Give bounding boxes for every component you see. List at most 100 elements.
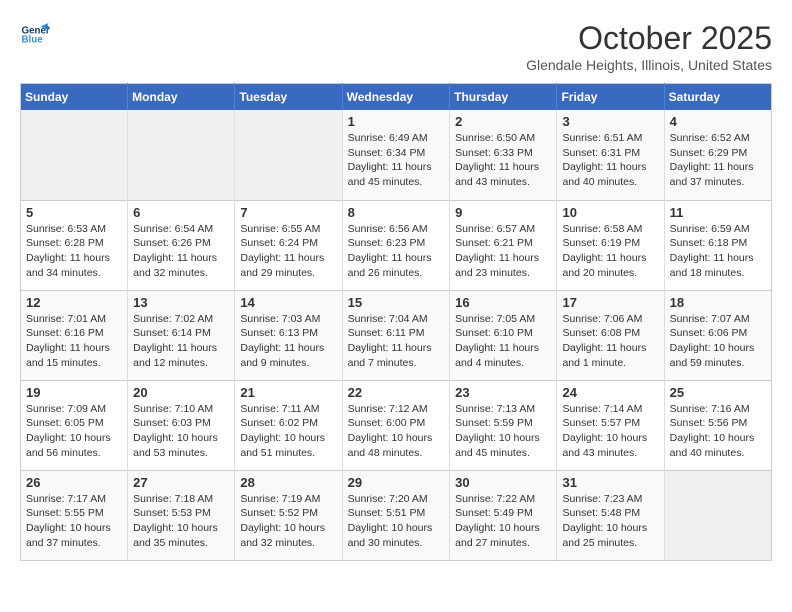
logo: General Blue xyxy=(20,20,50,50)
day-number: 3 xyxy=(562,114,658,129)
day-header-wednesday: Wednesday xyxy=(342,84,450,111)
day-info: Sunrise: 7:14 AM Sunset: 5:57 PM Dayligh… xyxy=(562,402,658,461)
day-info: Sunrise: 6:58 AM Sunset: 6:19 PM Dayligh… xyxy=(562,222,658,281)
day-info: Sunrise: 7:04 AM Sunset: 6:11 PM Dayligh… xyxy=(348,312,445,371)
day-number: 25 xyxy=(670,385,766,400)
day-info: Sunrise: 7:06 AM Sunset: 6:08 PM Dayligh… xyxy=(562,312,658,371)
day-info: Sunrise: 6:50 AM Sunset: 6:33 PM Dayligh… xyxy=(455,131,551,190)
calendar-cell: 7 Sunrise: 6:55 AM Sunset: 6:24 PM Daylig… xyxy=(235,200,342,290)
calendar-cell: 3 Sunrise: 6:51 AM Sunset: 6:31 PM Daylig… xyxy=(557,110,664,200)
calendar-cell: 31 Sunrise: 7:23 AM Sunset: 5:48 PM Dayli… xyxy=(557,470,664,560)
day-number: 5 xyxy=(26,205,122,220)
day-info: Sunrise: 7:23 AM Sunset: 5:48 PM Dayligh… xyxy=(562,492,658,551)
day-number: 14 xyxy=(240,295,336,310)
day-info: Sunrise: 6:51 AM Sunset: 6:31 PM Dayligh… xyxy=(562,131,658,190)
day-info: Sunrise: 6:52 AM Sunset: 6:29 PM Dayligh… xyxy=(670,131,766,190)
day-info: Sunrise: 7:03 AM Sunset: 6:13 PM Dayligh… xyxy=(240,312,336,371)
calendar-table: SundayMondayTuesdayWednesdayThursdayFrid… xyxy=(20,83,772,561)
day-info: Sunrise: 7:10 AM Sunset: 6:03 PM Dayligh… xyxy=(133,402,229,461)
day-headers-row: SundayMondayTuesdayWednesdayThursdayFrid… xyxy=(21,84,772,111)
day-info: Sunrise: 6:57 AM Sunset: 6:21 PM Dayligh… xyxy=(455,222,551,281)
day-number: 7 xyxy=(240,205,336,220)
location-subtitle: Glendale Heights, Illinois, United State… xyxy=(526,57,772,73)
day-number: 30 xyxy=(455,475,551,490)
calendar-cell: 21Sunrise: 7:11 AM Sunset: 6:02 PM Dayli… xyxy=(235,380,342,470)
calendar-cell: 4Sunrise: 6:52 AM Sunset: 6:29 PM Daylig… xyxy=(664,110,771,200)
day-number: 23 xyxy=(455,385,551,400)
day-info: Sunrise: 7:16 AM Sunset: 5:56 PM Dayligh… xyxy=(670,402,766,461)
calendar-cell: 12 Sunrise: 7:01 AM Sunset: 6:16 PM Dayli… xyxy=(21,290,128,380)
calendar-week-1: 1 Sunrise: 6:49 AM Sunset: 6:34 PM Daylig… xyxy=(21,110,772,200)
day-header-monday: Monday xyxy=(128,84,235,111)
day-header-sunday: Sunday xyxy=(21,84,128,111)
title-block: October 2025 Glendale Heights, Illinois,… xyxy=(526,20,772,73)
day-number: 18 xyxy=(670,295,766,310)
logo-icon: General Blue xyxy=(20,20,50,50)
day-number: 21 xyxy=(240,385,336,400)
day-info: Sunrise: 7:01 AM Sunset: 6:16 PM Dayligh… xyxy=(26,312,122,371)
calendar-week-4: 19 Sunrise: 7:09 AM Sunset: 6:05 PM Dayli… xyxy=(21,380,772,470)
day-info: Sunrise: 7:05 AM Sunset: 6:10 PM Dayligh… xyxy=(455,312,551,371)
day-info: Sunrise: 7:22 AM Sunset: 5:49 PM Dayligh… xyxy=(455,492,551,551)
day-info: Sunrise: 6:56 AM Sunset: 6:23 PM Dayligh… xyxy=(348,222,445,281)
day-info: Sunrise: 7:20 AM Sunset: 5:51 PM Dayligh… xyxy=(348,492,445,551)
day-header-tuesday: Tuesday xyxy=(235,84,342,111)
calendar-cell: 23 Sunrise: 7:13 AM Sunset: 5:59 PM Dayli… xyxy=(450,380,557,470)
day-number: 27 xyxy=(133,475,229,490)
day-info: Sunrise: 7:18 AM Sunset: 5:53 PM Dayligh… xyxy=(133,492,229,551)
day-info: Sunrise: 6:55 AM Sunset: 6:24 PM Dayligh… xyxy=(240,222,336,281)
calendar-cell: 1 Sunrise: 6:49 AM Sunset: 6:34 PM Daylig… xyxy=(342,110,450,200)
day-number: 26 xyxy=(26,475,122,490)
day-info: Sunrise: 6:59 AM Sunset: 6:18 PM Dayligh… xyxy=(670,222,766,281)
day-info: Sunrise: 7:19 AM Sunset: 5:52 PM Dayligh… xyxy=(240,492,336,551)
day-number: 1 xyxy=(348,114,445,129)
calendar-cell: 16 Sunrise: 7:05 AM Sunset: 6:10 PM Dayli… xyxy=(450,290,557,380)
day-number: 10 xyxy=(562,205,658,220)
calendar-cell: 2 Sunrise: 6:50 AM Sunset: 6:33 PM Daylig… xyxy=(450,110,557,200)
day-info: Sunrise: 7:09 AM Sunset: 6:05 PM Dayligh… xyxy=(26,402,122,461)
calendar-cell xyxy=(664,470,771,560)
calendar-cell: 30 Sunrise: 7:22 AM Sunset: 5:49 PM Dayli… xyxy=(450,470,557,560)
day-info: Sunrise: 6:54 AM Sunset: 6:26 PM Dayligh… xyxy=(133,222,229,281)
month-title: October 2025 xyxy=(526,20,772,57)
day-info: Sunrise: 7:17 AM Sunset: 5:55 PM Dayligh… xyxy=(26,492,122,551)
calendar-cell: 13 Sunrise: 7:02 AM Sunset: 6:14 PM Dayli… xyxy=(128,290,235,380)
day-number: 24 xyxy=(562,385,658,400)
day-info: Sunrise: 6:49 AM Sunset: 6:34 PM Dayligh… xyxy=(348,131,445,190)
day-number: 2 xyxy=(455,114,551,129)
day-number: 13 xyxy=(133,295,229,310)
day-number: 28 xyxy=(240,475,336,490)
calendar-cell: 14 Sunrise: 7:03 AM Sunset: 6:13 PM Dayli… xyxy=(235,290,342,380)
day-info: Sunrise: 7:02 AM Sunset: 6:14 PM Dayligh… xyxy=(133,312,229,371)
day-header-friday: Friday xyxy=(557,84,664,111)
day-info: Sunrise: 6:53 AM Sunset: 6:28 PM Dayligh… xyxy=(26,222,122,281)
day-number: 12 xyxy=(26,295,122,310)
day-number: 16 xyxy=(455,295,551,310)
calendar-cell xyxy=(21,110,128,200)
calendar-cell: 15 Sunrise: 7:04 AM Sunset: 6:11 PM Dayli… xyxy=(342,290,450,380)
day-number: 31 xyxy=(562,475,658,490)
calendar-cell: 22Sunrise: 7:12 AM Sunset: 6:00 PM Dayli… xyxy=(342,380,450,470)
calendar-cell: 28 Sunrise: 7:19 AM Sunset: 5:52 PM Dayli… xyxy=(235,470,342,560)
calendar-cell: 19 Sunrise: 7:09 AM Sunset: 6:05 PM Dayli… xyxy=(21,380,128,470)
calendar-cell: 10 Sunrise: 6:58 AM Sunset: 6:19 PM Dayli… xyxy=(557,200,664,290)
calendar-week-2: 5 Sunrise: 6:53 AM Sunset: 6:28 PM Daylig… xyxy=(21,200,772,290)
calendar-cell: 20 Sunrise: 7:10 AM Sunset: 6:03 PM Dayli… xyxy=(128,380,235,470)
day-number: 17 xyxy=(562,295,658,310)
day-header-saturday: Saturday xyxy=(664,84,771,111)
calendar-cell: 24 Sunrise: 7:14 AM Sunset: 5:57 PM Dayli… xyxy=(557,380,664,470)
calendar-cell: 27 Sunrise: 7:18 AM Sunset: 5:53 PM Dayli… xyxy=(128,470,235,560)
day-number: 20 xyxy=(133,385,229,400)
calendar-body: 1 Sunrise: 6:49 AM Sunset: 6:34 PM Daylig… xyxy=(21,110,772,560)
day-number: 19 xyxy=(26,385,122,400)
calendar-cell: 17 Sunrise: 7:06 AM Sunset: 6:08 PM Dayli… xyxy=(557,290,664,380)
day-number: 29 xyxy=(348,475,445,490)
calendar-week-3: 12 Sunrise: 7:01 AM Sunset: 6:16 PM Dayli… xyxy=(21,290,772,380)
day-number: 15 xyxy=(348,295,445,310)
calendar-cell xyxy=(235,110,342,200)
calendar-week-5: 26 Sunrise: 7:17 AM Sunset: 5:55 PM Dayli… xyxy=(21,470,772,560)
calendar-cell: 26 Sunrise: 7:17 AM Sunset: 5:55 PM Dayli… xyxy=(21,470,128,560)
calendar-cell: 25 Sunrise: 7:16 AM Sunset: 5:56 PM Dayli… xyxy=(664,380,771,470)
day-number: 11 xyxy=(670,205,766,220)
day-info: Sunrise: 7:13 AM Sunset: 5:59 PM Dayligh… xyxy=(455,402,551,461)
